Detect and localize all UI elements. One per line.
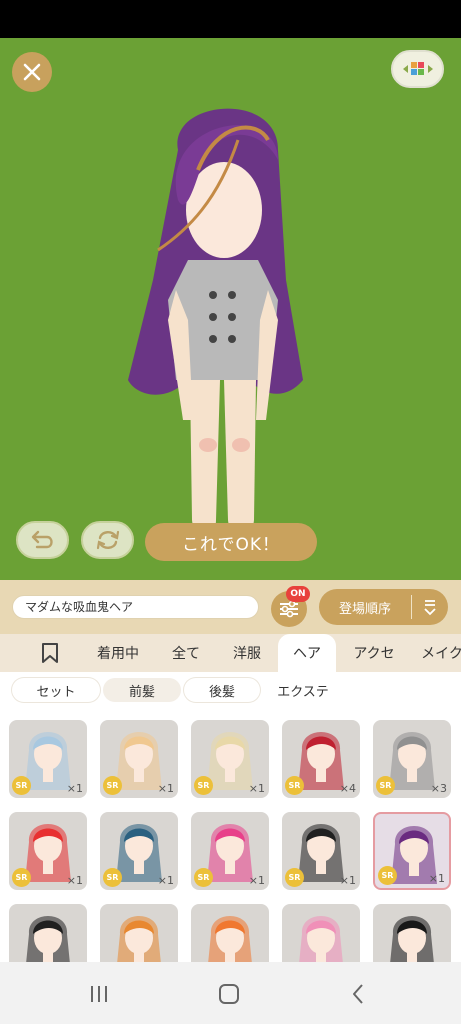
tab-bookmark[interactable] xyxy=(28,634,72,672)
item-quantity: ×1 xyxy=(428,872,445,885)
close-icon xyxy=(23,63,41,81)
confirm-ok-button[interactable]: これでOK！ xyxy=(145,523,317,561)
rotate-icon xyxy=(96,530,119,550)
tab-accessories[interactable]: アクセ xyxy=(342,634,406,672)
rarity-badge: SR xyxy=(285,776,304,795)
hair-preview-icon xyxy=(390,916,434,962)
rarity-badge: SR xyxy=(103,868,122,887)
hair-preview-icon xyxy=(299,916,343,962)
tab-all[interactable]: 全て xyxy=(160,634,212,672)
rarity-badge: SR xyxy=(194,776,213,795)
hair-item-card[interactable] xyxy=(191,904,269,962)
sort-label: 登場順序 xyxy=(338,601,391,617)
item-quantity: ×1 xyxy=(157,782,174,795)
avatar-stage: これでOK！ xyxy=(0,38,461,580)
home-icon[interactable] xyxy=(216,982,242,1006)
item-grid: SR ×1 SR ×1 SR ×1 SR ×4 SR ×3 SR ×1 SR ×1 SR ×1 SR ×1 SR ×1 xyxy=(0,708,461,962)
rotate-button[interactable] xyxy=(81,521,134,559)
hair-preview-icon xyxy=(117,916,161,962)
item-quantity: ×1 xyxy=(66,782,83,795)
undo-icon xyxy=(31,530,53,549)
back-icon[interactable] xyxy=(346,982,370,1006)
color-grid-icon xyxy=(402,62,433,75)
status-bar xyxy=(0,0,461,38)
hair-item-card[interactable]: SR ×1 xyxy=(191,720,269,798)
hair-item-card[interactable]: SR ×1 xyxy=(9,812,87,890)
sliders-icon xyxy=(280,600,298,618)
system-nav-bar xyxy=(0,962,461,1024)
hair-item-card[interactable] xyxy=(9,904,87,962)
rarity-badge: SR xyxy=(12,868,31,887)
item-name-field: マダムな吸血鬼ヘア xyxy=(12,595,259,619)
item-quantity: ×3 xyxy=(430,782,447,795)
hair-item-card[interactable]: SR ×3 xyxy=(373,720,451,798)
rarity-badge: SR xyxy=(376,776,395,795)
hair-item-card[interactable]: SR ×1 xyxy=(191,812,269,890)
item-quantity: ×1 xyxy=(66,874,83,887)
rarity-badge: SR xyxy=(103,776,122,795)
tab-clothes[interactable]: 洋服 xyxy=(220,634,274,672)
control-bar: マダムな吸血鬼ヘア ON 登場順序 xyxy=(0,580,461,634)
filter-on-badge: ON xyxy=(286,586,310,602)
item-quantity: ×1 xyxy=(248,782,265,795)
hair-preview-icon xyxy=(208,916,252,962)
hair-subtabs: セット 前髪 後髪 エクステ xyxy=(0,672,461,708)
undo-button[interactable] xyxy=(16,521,69,559)
item-quantity: ×4 xyxy=(339,782,356,795)
item-quantity: ×1 xyxy=(157,874,174,887)
background-select-button[interactable] xyxy=(391,50,444,88)
category-tabs: 着用中 全て 洋服 ヘア アクセ メイク xyxy=(0,634,461,672)
hair-item-card[interactable]: SR ×1 xyxy=(373,812,451,890)
rarity-badge: SR xyxy=(194,868,213,887)
sort-order-icon[interactable] xyxy=(412,598,447,616)
hair-preview-icon xyxy=(26,916,70,962)
bookmark-icon xyxy=(42,643,58,663)
hair-item-card[interactable]: SR ×1 xyxy=(282,812,360,890)
subtab-bangs[interactable]: 前髪 xyxy=(103,678,181,702)
subtab-extensions[interactable]: エクステ xyxy=(262,678,344,702)
avatar-figure xyxy=(128,108,303,537)
hair-item-card[interactable]: SR ×1 xyxy=(100,812,178,890)
tab-wearing[interactable]: 着用中 xyxy=(84,634,152,672)
item-quantity: ×1 xyxy=(248,874,265,887)
tab-makeup[interactable]: メイク xyxy=(412,634,461,672)
recent-apps-icon[interactable] xyxy=(86,982,112,1006)
subtab-set[interactable]: セット xyxy=(12,678,100,702)
rarity-badge: SR xyxy=(285,868,304,887)
rarity-badge: SR xyxy=(12,776,31,795)
sort-button[interactable]: 登場順序 xyxy=(319,589,448,625)
subtab-back-hair[interactable]: 後髪 xyxy=(184,678,260,702)
hair-item-card[interactable]: SR ×4 xyxy=(282,720,360,798)
hair-item-card[interactable]: SR ×1 xyxy=(9,720,87,798)
rarity-badge: SR xyxy=(378,866,397,885)
item-quantity: ×1 xyxy=(339,874,356,887)
hair-item-card[interactable] xyxy=(373,904,451,962)
hair-item-card[interactable] xyxy=(100,904,178,962)
close-button[interactable] xyxy=(12,52,52,92)
tab-hair[interactable]: ヘア xyxy=(278,634,336,672)
hair-item-card[interactable] xyxy=(282,904,360,962)
hair-item-card[interactable]: SR ×1 xyxy=(100,720,178,798)
